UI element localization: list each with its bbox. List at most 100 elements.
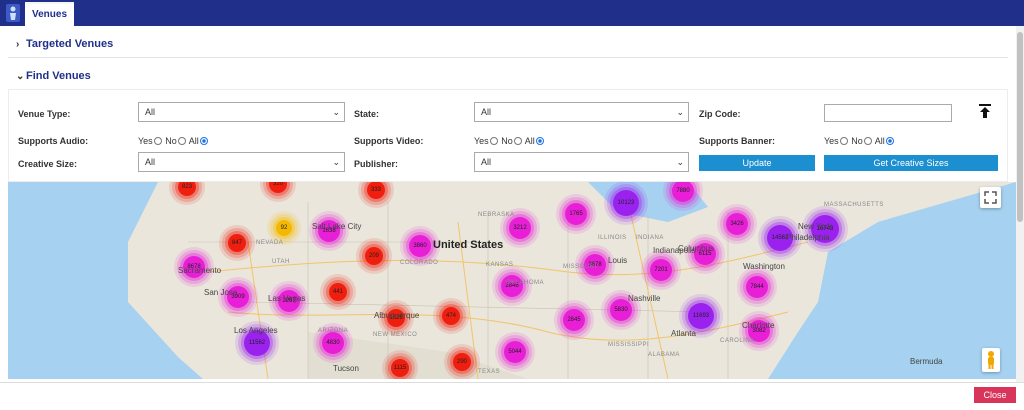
map-city-label: Albuquerque [374,311,420,320]
audio-radio-group: Yes No All [138,135,209,147]
chevron-down-icon: ⌄ [676,157,684,167]
divider [8,57,1008,58]
venue-type-label: Venue Type: [18,109,71,119]
close-button[interactable]: Close [974,387,1016,403]
cluster-marker[interactable]: 3212 [509,217,531,239]
cluster-marker[interactable]: 3426 [726,213,748,235]
map-city-label: Atlanta [671,329,696,338]
supports-banner-label: Supports Banner: [699,136,776,146]
cluster-marker[interactable]: 1765 [565,203,587,225]
cluster-marker[interactable]: 847 [228,234,246,252]
cluster-marker[interactable]: 1115 [391,359,409,377]
cluster-marker[interactable]: 2846 [501,275,523,297]
zip-code-label: Zip Code: [699,109,741,119]
cluster-marker[interactable]: 5044 [504,341,526,363]
map-state-label: NEVADA [256,240,284,246]
fullscreen-icon [984,191,997,204]
upload-icon[interactable] [978,104,992,118]
map-city-label: Los Angeles [234,326,278,335]
audio-no-radio[interactable] [177,137,186,145]
map-city-label: Sacramento [178,266,222,275]
audio-all-radio[interactable] [199,137,208,145]
map-state-label: NEBRASKA [478,212,515,218]
venue-type-value: All [145,107,156,117]
banner-all-radio[interactable] [885,137,894,145]
cluster-marker[interactable]: 4830 [322,332,344,354]
venue-map[interactable]: 823 320 333 92 1638 847 209 3860 1765 10123 7880 34… [8,182,1016,379]
map-state-label: ARIZONA [318,328,349,334]
pegman-icon [988,351,994,369]
cluster-marker[interactable]: 474 [442,307,460,325]
map-state-label: MISSOURI [563,264,597,270]
map-city-label: Salt Lake City [312,222,362,231]
video-yes-radio[interactable] [489,137,498,145]
map-state-label: COLORADO [400,260,439,266]
chevron-down-icon: ⌄ [332,157,340,167]
map-state-label: UTAH [272,259,290,265]
creative-size-value: All [145,157,156,167]
cluster-marker[interactable]: 3860 [409,235,431,257]
video-radio-group: Yes No All [474,135,545,147]
video-no-label: No [501,136,513,146]
street-view-pegman[interactable] [982,348,1000,372]
cluster-marker[interactable]: 209 [365,247,383,265]
publisher-label: Publisher: [354,159,399,169]
chevron-down-icon: ⌄ [16,71,25,82]
map-state-label: ALABAMA [648,352,680,358]
targeted-venues-header[interactable]: › Targeted Venues [16,35,113,53]
audio-all-label: All [188,136,199,146]
map-city-label: Bermuda [910,357,943,366]
cluster-marker[interactable]: 441 [329,283,347,301]
get-creative-sizes-button[interactable]: Get Creative Sizes [824,155,998,171]
zip-code-input[interactable] [824,104,952,122]
cluster-marker[interactable]: 7844 [746,276,768,298]
map-state-label: NEW MEXICO [373,332,418,338]
map-state-label: TEXAS [478,369,501,375]
fullscreen-button[interactable] [980,187,1001,208]
scrollbar[interactable] [1016,26,1024,382]
map-city-label: Charlotte [742,321,775,330]
find-venues-header[interactable]: ⌄ Find Venues [16,67,91,85]
top-navbar: Venues [0,0,1024,26]
video-yes-label: Yes [474,136,489,146]
map-state-label: OKLAHOMA [506,280,545,286]
map-state-label: ILLINOIS [598,235,627,241]
state-select[interactable]: All ⌄ [474,102,689,122]
map-city-label: Philadelphia [786,233,830,242]
banner-no-radio[interactable] [863,137,872,145]
targeted-venues-title: Targeted Venues [26,38,114,50]
map-city-label: Louis [608,256,628,265]
venue-type-select[interactable]: All ⌄ [138,102,345,122]
update-button[interactable]: Update [699,155,815,171]
banner-yes-label: Yes [824,136,839,146]
find-venues-title: Find Venues [26,70,91,82]
audio-yes-label: Yes [138,136,153,146]
video-no-radio[interactable] [513,137,522,145]
map-city-label: Las Vegas [268,294,306,303]
map-state-label: MISSISSIPPI [608,342,650,348]
map-state-label: CAROLINA [720,338,755,344]
scrollbar-thumb[interactable] [1017,32,1023,222]
video-all-radio[interactable] [535,137,544,145]
cluster-marker[interactable]: 10123 [613,190,639,216]
map-city-label: Nashville [628,294,661,303]
map-city-label: New York [798,222,832,231]
creative-size-select[interactable]: All ⌄ [138,152,345,172]
map-city-label: Tucson [333,364,359,373]
creative-size-label: Creative Size: [18,159,78,169]
map-state-label: INDIANA [636,235,664,241]
banner-radio-group: Yes No All [824,135,895,147]
tab-venues[interactable]: Venues [25,2,75,26]
cluster-marker[interactable]: 290 [453,353,471,371]
cluster-marker[interactable]: 11693 [688,303,714,329]
publisher-select[interactable]: All ⌄ [474,152,689,172]
app-logo-icon [6,4,20,22]
cluster-marker[interactable]: 7201 [650,259,672,281]
cluster-marker[interactable]: 92 [276,220,292,236]
footer [0,382,1024,410]
publisher-value: All [481,157,492,167]
cluster-marker[interactable]: 2845 [563,309,585,331]
supports-video-label: Supports Video: [354,136,424,146]
audio-yes-radio[interactable] [153,137,162,145]
banner-yes-radio[interactable] [839,137,848,145]
